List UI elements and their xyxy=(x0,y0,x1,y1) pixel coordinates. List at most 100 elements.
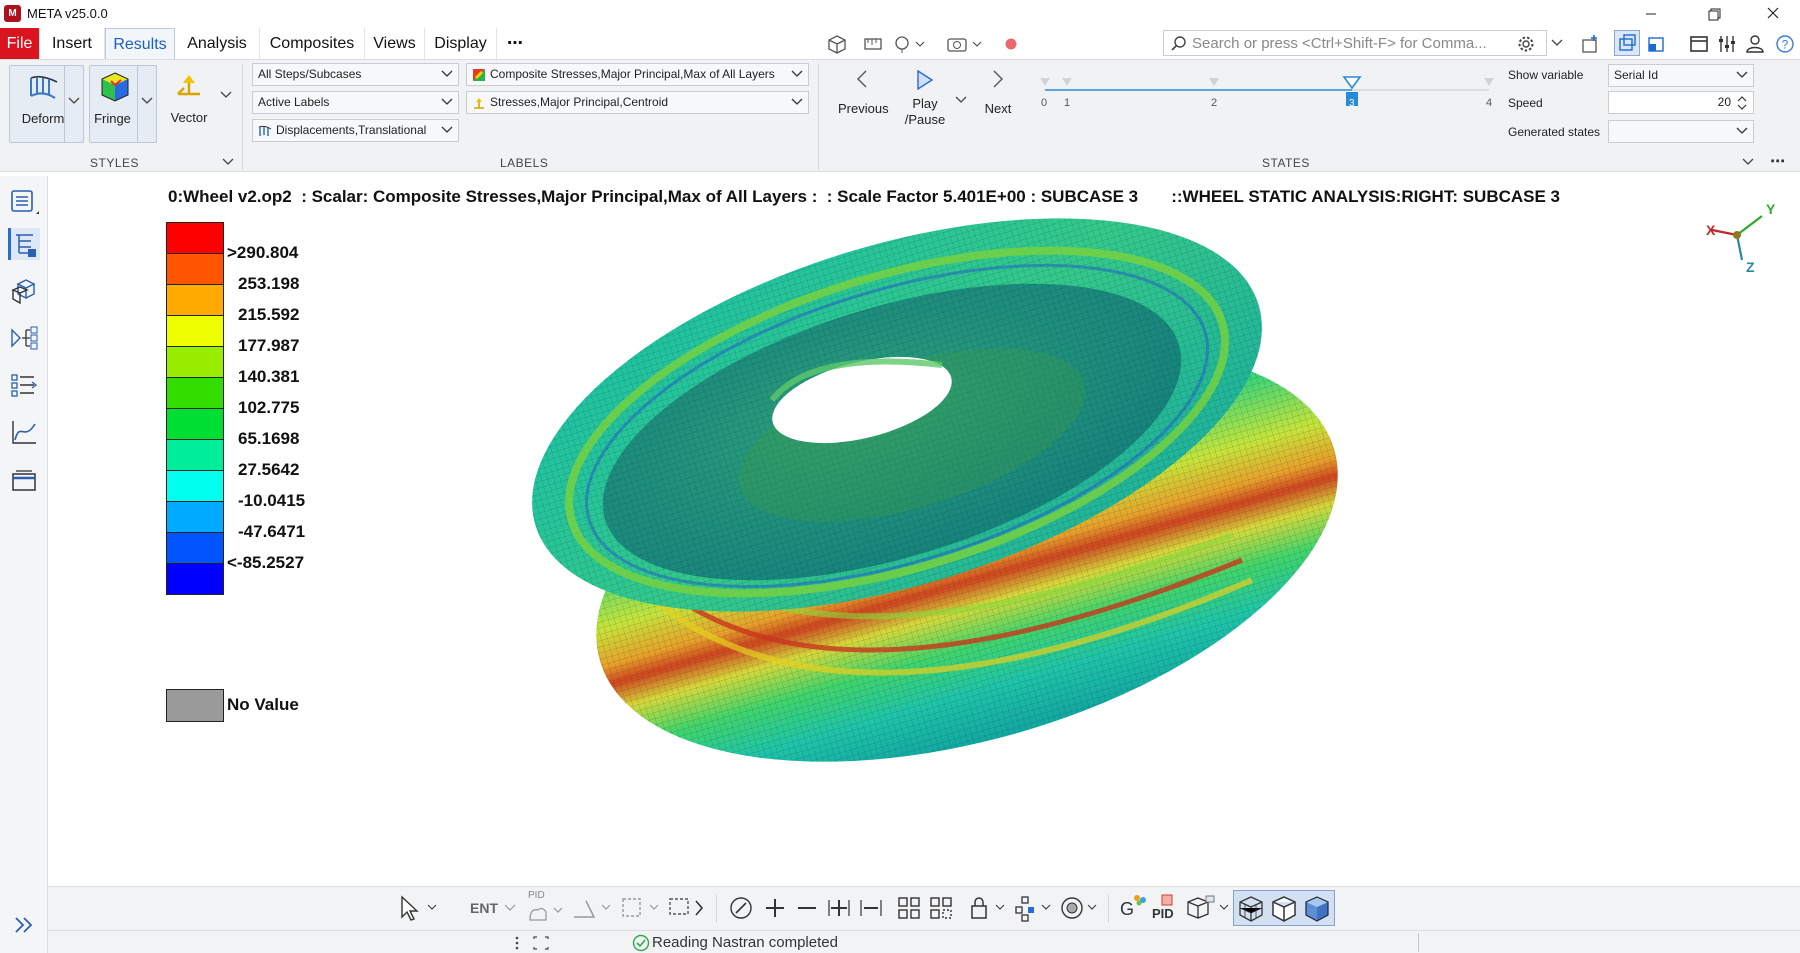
vector-icon xyxy=(177,75,200,96)
results-list-icon[interactable] xyxy=(8,369,40,401)
box-select-icon[interactable] xyxy=(618,893,662,923)
hide-grid-icon[interactable] xyxy=(926,893,956,923)
new-window-icon[interactable] xyxy=(1580,33,1602,55)
fringe-result-combo[interactable]: Composite Stresses,Major Principal,Max o… xyxy=(466,63,809,86)
close-button[interactable] xyxy=(1750,0,1796,28)
connectivity-icon[interactable] xyxy=(1012,893,1056,923)
tab-display[interactable]: Display xyxy=(425,28,497,59)
float-window-icon[interactable] xyxy=(1645,33,1667,55)
play-pause-button[interactable]: Play /Pause xyxy=(900,68,950,138)
deform-dropdown[interactable] xyxy=(64,65,84,143)
pid-color-label: PID xyxy=(1152,906,1174,921)
tab-file[interactable]: File xyxy=(0,28,40,59)
show-variable-value: Serial Id xyxy=(1614,68,1659,82)
hidden-line-mode-icon[interactable] xyxy=(1269,894,1299,924)
group-g-button[interactable]: G xyxy=(1116,893,1150,923)
legend-label: 102.775 xyxy=(238,398,300,417)
add-all-icon[interactable] xyxy=(824,893,854,923)
lock-icon[interactable] xyxy=(966,893,1010,923)
gear-icon[interactable] xyxy=(1517,35,1535,53)
vector-dropdown-icon[interactable] xyxy=(220,90,232,100)
region-select-icon[interactable] xyxy=(666,893,710,923)
tab-analysis[interactable]: Analysis xyxy=(175,28,260,59)
next-button[interactable]: Next xyxy=(976,68,1020,118)
help-icon[interactable]: ? xyxy=(1774,33,1796,55)
parts-cube-icon[interactable] xyxy=(8,276,40,308)
generated-states-combo[interactable] xyxy=(1608,120,1754,143)
graphics-viewport[interactable]: 0:Wheel v2.op2 : Scalar: Composite Stres… xyxy=(52,176,1800,886)
pid-hand-button[interactable]: PID xyxy=(522,890,562,926)
vector-button[interactable]: Vector xyxy=(166,65,236,143)
spin-arrows-icon[interactable] xyxy=(1736,94,1748,112)
status-handle-icon[interactable] xyxy=(512,934,552,952)
speed-spinbox[interactable]: 20 xyxy=(1608,91,1754,114)
remove-all-icon[interactable] xyxy=(856,893,886,923)
model-tree-icon[interactable] xyxy=(8,228,40,260)
tab-composites[interactable]: Composites xyxy=(260,28,365,59)
model-cube-icon[interactable] xyxy=(826,34,848,54)
states-group-label: STATES xyxy=(1262,156,1310,170)
tab-results[interactable]: Results xyxy=(105,28,175,59)
active-labels-combo[interactable]: Active Labels xyxy=(252,91,459,114)
select-pointer-icon[interactable] xyxy=(394,893,437,923)
restore-button[interactable] xyxy=(1692,0,1738,28)
legend-label: 177.987 xyxy=(238,336,300,355)
expand-panel-icon[interactable] xyxy=(10,911,38,939)
window-title: META v25.0.0 xyxy=(27,6,108,21)
axis-z-label: Z xyxy=(1746,259,1755,275)
properties-cube-icon[interactable] xyxy=(1186,893,1234,923)
record-icon[interactable] xyxy=(1003,36,1019,52)
previous-button[interactable]: Previous xyxy=(838,68,889,118)
next-label: Next xyxy=(984,101,1012,116)
model-list-icon[interactable] xyxy=(8,186,40,218)
add-remove-toggle-icon[interactable] xyxy=(726,893,756,923)
show-variable-combo[interactable]: Serial Id xyxy=(1608,64,1754,87)
styles-expand-icon[interactable] xyxy=(222,157,234,167)
chevron-down-icon xyxy=(441,126,453,133)
ribbon-more-button[interactable]: ⋯ xyxy=(1770,152,1785,170)
labels-group-label: LABELS xyxy=(500,156,549,170)
fringe-dropdown[interactable] xyxy=(137,65,157,143)
window-layers-icon[interactable] xyxy=(8,464,40,496)
user-account-icon[interactable] xyxy=(1744,33,1766,55)
legend-swatch xyxy=(166,439,224,471)
command-search-input[interactable]: Search or press <Ctrl+Shift-F> for Comma… xyxy=(1163,30,1547,56)
settings-sliders-icon[interactable] xyxy=(1716,33,1738,55)
element-target-icon[interactable] xyxy=(1058,893,1102,923)
divider xyxy=(1108,895,1109,923)
camera-icon[interactable] xyxy=(945,34,983,54)
chevron-down-icon[interactable] xyxy=(504,903,516,913)
layout-icon[interactable] xyxy=(1688,33,1710,55)
measure-icon[interactable] xyxy=(862,34,884,54)
minimize-button[interactable] xyxy=(1628,0,1674,28)
displacements-combo[interactable]: Displacements,Translational xyxy=(252,119,459,142)
play-dropdown-icon[interactable] xyxy=(955,95,967,105)
vector-result-value: Stresses,Major Principal,Centroid xyxy=(490,95,669,109)
remove-icon[interactable] xyxy=(792,893,822,923)
left-toolbar xyxy=(0,176,48,953)
wheel-fem-model[interactable] xyxy=(472,200,1462,770)
wireframe-mode-icon[interactable] xyxy=(1236,894,1266,924)
shaded-mode-icon[interactable] xyxy=(1302,894,1332,924)
angle-tool-icon[interactable] xyxy=(570,893,614,923)
tile-windows-icon[interactable] xyxy=(1614,30,1640,56)
play-pause-label: Play /Pause xyxy=(904,96,946,127)
plot-curve-icon[interactable] xyxy=(8,416,40,448)
pid-color-button[interactable]: PID xyxy=(1150,893,1184,923)
menu-more-button[interactable]: ⋯ xyxy=(497,28,533,59)
search-dropdown-icon[interactable] xyxy=(1550,36,1564,50)
entity-mode-label[interactable]: ENT xyxy=(470,900,498,916)
show-grid-icon[interactable] xyxy=(894,893,924,923)
title-bar: M META v25.0.0 xyxy=(0,0,1800,28)
steps-subcases-combo[interactable]: All Steps/Subcases xyxy=(252,63,459,86)
tab-views[interactable]: Views xyxy=(365,28,425,59)
hierarchy-icon[interactable] xyxy=(8,322,40,354)
probe-dropdown-icon[interactable] xyxy=(892,34,926,54)
add-icon[interactable] xyxy=(760,893,790,923)
states-expand-icon[interactable] xyxy=(1742,157,1754,167)
bottom-toolbar: ENT PID G PID xyxy=(48,886,1800,930)
ribbon: Deform Fringe Vector STYLES All Steps/Su… xyxy=(0,59,1800,172)
state-slider[interactable]: 0 1 2 3 4 xyxy=(1036,74,1496,124)
vector-result-combo[interactable]: Stresses,Major Principal,Centroid xyxy=(466,91,809,114)
tab-insert[interactable]: Insert xyxy=(40,28,105,59)
